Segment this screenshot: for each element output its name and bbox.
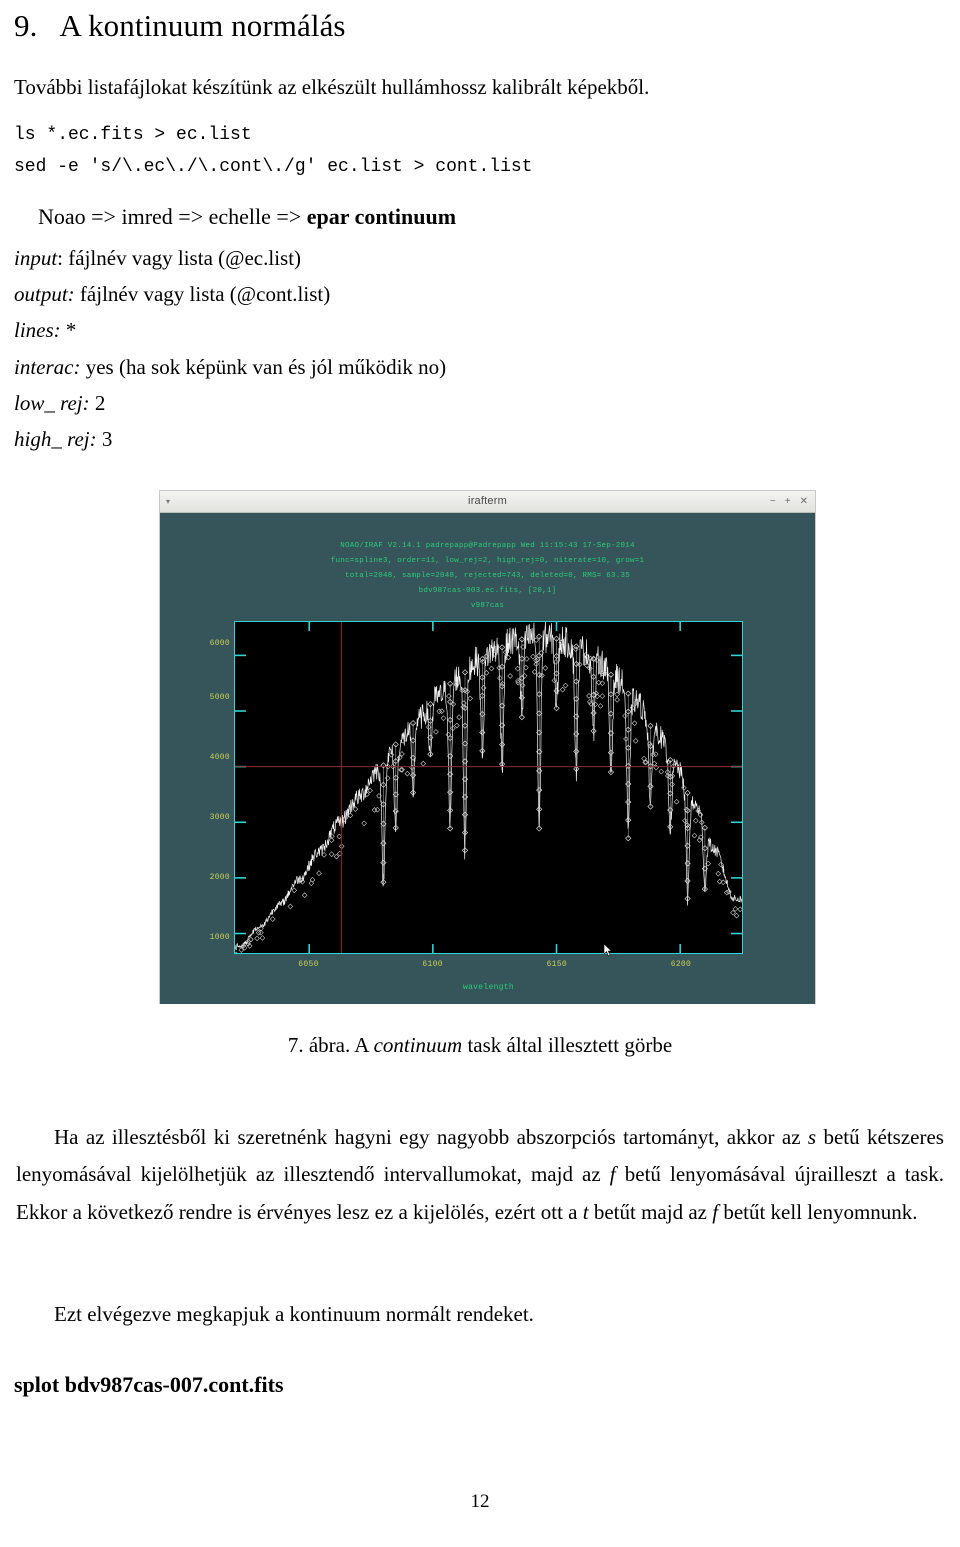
menu-path-plain: Noao => imred => echelle => [38, 204, 307, 230]
x-axis-labels: 6050 6100 6150 6200 [234, 960, 743, 976]
page-title: 9. A kontinuum normálás [10, 0, 950, 44]
irafterm-canvas[interactable]: NOAO/IRAF V2.14.1 padrepapp@Padrepapp We… [160, 512, 815, 1004]
parameter-key: high_ rej: [14, 426, 97, 451]
x-tick-label: 6100 [422, 959, 443, 969]
shell-command-1: ls *.ec.fits > ec.list [14, 125, 252, 146]
parameter-list: input: fájlnév vagy lista (@ec.list) out… [10, 230, 950, 457]
figure-caption-task: continuum [373, 1032, 463, 1057]
page-number: 12 [470, 1491, 490, 1512]
plot-area[interactable] [234, 620, 743, 957]
figure-caption: 7. ábra. A continuum task által illeszte… [10, 1033, 950, 1058]
parameter-row: output: fájlnév vagy lista (@cont.list) [14, 276, 950, 312]
y-tick-label: 1000 [209, 932, 230, 942]
maximize-icon[interactable]: + [785, 496, 791, 507]
spectrum-plot [235, 621, 742, 953]
header-line-stats: total=2048, sample=2048, rejected=743, d… [344, 571, 631, 580]
menu-path-command: epar continuum [306, 204, 457, 230]
parameter-value: 3 [101, 426, 113, 451]
axis-ticks [235, 621, 742, 953]
parameter-key: output: [14, 282, 75, 307]
parameter-row: lines: * [14, 312, 950, 348]
window-menu-icon[interactable]: ▾ [166, 491, 170, 512]
y-tick-label: 6000 [209, 638, 230, 648]
close-icon[interactable]: ✕ [800, 496, 808, 507]
header-line-fitparams: func=spline3, order=11, low_rej=2, high_… [330, 556, 645, 565]
parameter-row: low_ rej: 2 [14, 385, 950, 421]
parameter-value: fájlnév vagy lista (@cont.list) [79, 282, 331, 307]
header-line-object: v987cas [470, 601, 505, 610]
window-title: irafterm [468, 495, 507, 508]
y-tick-label: 2000 [209, 872, 230, 882]
mouse-cursor-icon [604, 943, 613, 957]
parameter-key: interac: [14, 354, 81, 379]
parameter-key: low_ rej: [14, 390, 90, 415]
minimize-icon[interactable]: − [770, 496, 776, 507]
para1-part-d: betűt majd az [588, 1199, 713, 1224]
x-tick-label: 6050 [298, 959, 319, 969]
parameter-key: lines: [14, 318, 61, 343]
y-tick-label: 3000 [209, 812, 230, 822]
figure-caption-suffix: task által illesztett görbe [462, 1032, 673, 1057]
header-line-filename: bdv987cas-003.ec.fits, [20,1] [418, 586, 557, 595]
section-title-text: A kontinuum normálás [59, 8, 346, 43]
parameter-row: input: fájlnév vagy lista (@ec.list) [14, 240, 950, 276]
body-paragraph-1: Ha az illesztésből ki szeretnénk hagyni … [10, 1079, 950, 1231]
figure-caption-prefix: 7. ábra. A [287, 1032, 374, 1057]
para1-part-e: betűt kell lenyomnunk. [718, 1199, 918, 1224]
parameter-value: yes (ha sok képünk van és jól működik no… [85, 354, 447, 379]
window-titlebar[interactable]: ▾ irafterm − + ✕ [160, 490, 815, 513]
para1-part-a: Ha az illesztésből ki szeretnénk hagyni … [54, 1124, 808, 1149]
parameter-value: fájlnév vagy lista (@ec.list) [68, 246, 302, 271]
figure-container: ▾ irafterm − + ✕ NOAO/IRAF V2.14.1 padre… [10, 490, 950, 1011]
parameter-row: interac: yes (ha sok képünk van és jól m… [14, 349, 950, 385]
parameter-value: * [65, 318, 77, 343]
header-line-version: NOAO/IRAF V2.14.1 padrepapp@Padrepapp We… [340, 541, 635, 550]
final-command: splot bdv987cas-007.cont.fits [14, 1372, 284, 1398]
parameter-separator: : [57, 246, 69, 271]
y-tick-label: 5000 [209, 692, 230, 702]
x-axis-title: wavelength [462, 982, 514, 992]
key-s: s [807, 1124, 817, 1149]
irafterm-window[interactable]: ▾ irafterm − + ✕ NOAO/IRAF V2.14.1 padre… [160, 490, 815, 1004]
intro-paragraph: További listafájlokat készítünk az elkés… [14, 75, 650, 99]
body-paragraph-2: Ezt elvégezve megkapjuk a kontinuum norm… [54, 1302, 534, 1327]
window-controls[interactable]: − + ✕ [770, 491, 808, 512]
document-page: 9. A kontinuum normálás További listafájl… [0, 0, 960, 1547]
y-tick-label: 4000 [209, 752, 230, 762]
parameter-row: high_ rej: 3 [14, 421, 950, 457]
shell-command-2: sed -e 's/\.ec\./\.cont\./g' ec.list > c… [14, 157, 533, 178]
y-axis-labels: 6000 5000 4000 3000 2000 1000 [180, 621, 230, 954]
parameter-key: input [14, 246, 58, 271]
x-tick-label: 6200 [670, 959, 692, 969]
section-number: 9. [14, 8, 38, 43]
spectrum-series [235, 621, 742, 953]
menu-path: Noao => imred => echelle => epar continu… [10, 176, 950, 230]
parameter-value: 2 [94, 390, 106, 415]
x-tick-label: 6150 [546, 959, 567, 969]
